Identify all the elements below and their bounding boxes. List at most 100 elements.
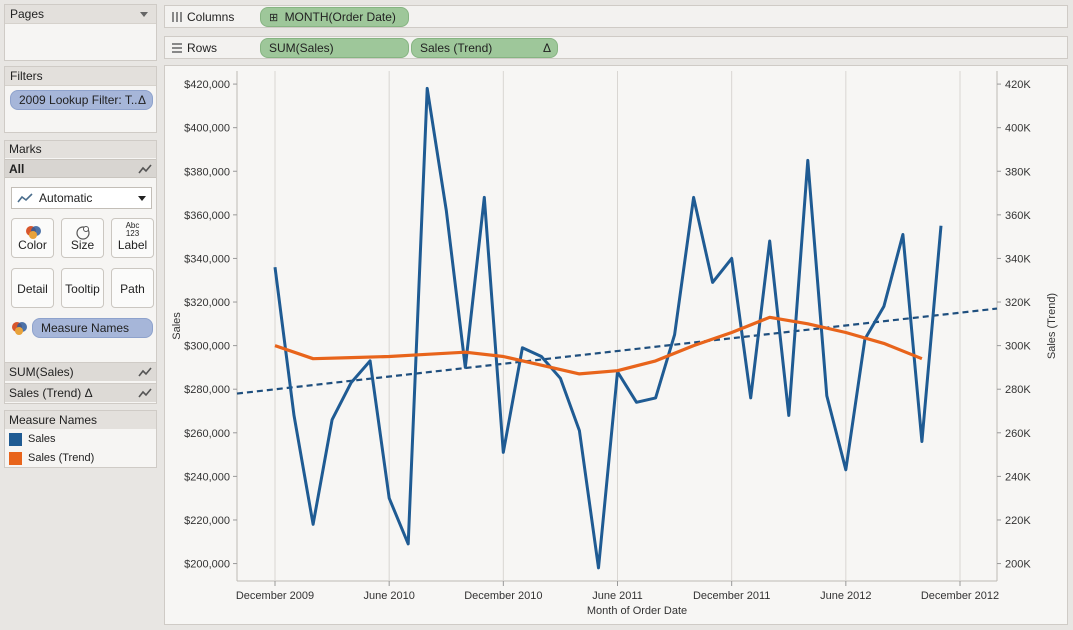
detail-button-label: Detail — [17, 282, 48, 296]
columns-icon — [172, 12, 182, 22]
rows-sum-sales-pill[interactable]: SUM(Sales) — [260, 38, 409, 58]
marks-card: Marks All Automatic Color Size Abc 123 L… — [4, 140, 157, 404]
sales-line-chart[interactable]: $420,000 $400,000 $380,000 $360,000 $340,000… — [165, 66, 1067, 624]
color-pill-label: Measure Names — [41, 321, 130, 335]
line-mark-icon — [17, 193, 33, 203]
y-left-tick-label: $220,000 — [184, 515, 230, 527]
line-mark-icon — [138, 164, 152, 174]
marks-title-label: Marks — [9, 142, 42, 156]
x-tick-label: December 2012 — [921, 590, 999, 602]
y-left-tick-label: $360,000 — [184, 210, 230, 222]
y-right-tick-label: 240K — [1005, 471, 1031, 483]
tooltip-button-label: Tooltip — [65, 282, 100, 296]
y-axis-title-left: Sales — [171, 312, 183, 340]
legend-item[interactable]: Sales — [9, 432, 149, 448]
rows-pill-1-label: SUM(Sales) — [269, 41, 334, 55]
y-axis-title-right: Sales (Trend) — [1046, 293, 1058, 359]
sum-sales-label: SUM(Sales) — [9, 365, 74, 379]
tooltip-button[interactable]: Tooltip — [61, 268, 104, 308]
rows-icon — [172, 43, 182, 53]
legend-card: Measure Names Sales Sales (Trend) — [4, 410, 157, 468]
x-tick-label: June 2011 — [592, 590, 643, 602]
y-right-tick-label: 260K — [1005, 428, 1031, 440]
y-left-tick-label: $300,000 — [184, 341, 230, 353]
label-button-label: Label — [117, 238, 148, 252]
y-right-tick-label: 420K — [1005, 79, 1031, 91]
y-left-tick-label: $200,000 — [184, 559, 230, 571]
size-button[interactable]: Size — [61, 218, 104, 258]
rows-shelf[interactable]: Rows SUM(Sales) Sales (Trend) Δ — [164, 36, 1068, 59]
y-right-tick-label: 380K — [1005, 166, 1031, 178]
legend-title: Measure Names — [5, 411, 156, 429]
size-button-label: Size — [70, 238, 95, 252]
columns-pill-label: MONTH(Order Date) — [284, 10, 396, 24]
mark-type-label: Automatic — [39, 191, 93, 205]
y-right-tick-label: 320K — [1005, 297, 1031, 309]
pages-title: Pages — [5, 5, 156, 24]
line-mark-icon — [138, 388, 152, 398]
filter-pill-label: 2009 Lookup Filter: T.. — [19, 93, 138, 107]
legend-swatch-sales — [9, 433, 22, 446]
columns-shelf[interactable]: Columns ⊞ MONTH(Order Date) — [164, 5, 1068, 28]
y-left-tick-label: $320,000 — [184, 297, 230, 309]
x-axis-title: Month of Order Date — [587, 605, 687, 617]
delta-icon: Δ — [84, 386, 93, 400]
marks-title: Marks — [5, 141, 156, 158]
color-icon — [12, 322, 27, 335]
marks-sum-sales-row[interactable]: SUM(Sales) — [5, 362, 156, 381]
color-measure-names-pill[interactable]: Measure Names — [32, 318, 153, 338]
delta-icon: Δ — [137, 93, 146, 107]
legend-label-sales-trend: Sales (Trend) — [28, 452, 95, 464]
y-right-tick-label: 360K — [1005, 210, 1031, 222]
y-left-tick-label: $260,000 — [184, 428, 230, 440]
label-icon: Abc 123 — [112, 222, 153, 238]
columns-label: Columns — [187, 10, 235, 24]
y-left-tick-label: $420,000 — [184, 79, 230, 91]
y-right-tick-label: 200K — [1005, 559, 1031, 571]
columns-month-pill[interactable]: ⊞ MONTH(Order Date) — [260, 7, 409, 27]
color-button[interactable]: Color — [11, 218, 54, 258]
path-button[interactable]: Path — [111, 268, 154, 308]
label-button[interactable]: Abc 123 Label — [111, 218, 154, 258]
sales-trend-label: Sales (Trend) — [9, 386, 82, 400]
y-left-tick-label: $380,000 — [184, 166, 230, 178]
legend-title-label: Measure Names — [9, 413, 98, 427]
filter-pill[interactable]: 2009 Lookup Filter: T.. Δ — [10, 90, 153, 110]
detail-button[interactable]: Detail — [11, 268, 54, 308]
y-right-tick-label: 280K — [1005, 384, 1031, 396]
y-left-tick-label: $340,000 — [184, 253, 230, 265]
filters-card: Filters 2009 Lookup Filter: T.. Δ — [4, 66, 157, 133]
y-right-tick-label: 300K — [1005, 341, 1031, 353]
rows-label: Rows — [187, 41, 218, 55]
label-icon-bottom: 123 — [125, 229, 140, 238]
line-mark-icon — [138, 367, 152, 377]
y-right-tick-label: 220K — [1005, 515, 1031, 527]
marks-sales-trend-row[interactable]: Sales (Trend) Δ — [5, 383, 156, 402]
color-button-label: Color — [18, 238, 47, 252]
chart-area[interactable]: $420,000 $400,000 $380,000 $360,000 $340,000… — [164, 65, 1068, 625]
chevron-down-icon — [138, 196, 146, 201]
legend-item[interactable]: Sales (Trend) — [9, 451, 149, 467]
pages-card: Pages — [4, 4, 157, 61]
pages-title-label: Pages — [10, 7, 45, 21]
y-left-tick-label: $240,000 — [184, 471, 230, 483]
mark-type-select[interactable]: Automatic — [11, 187, 152, 209]
x-tick-label: June 2010 — [363, 590, 414, 602]
expand-icon[interactable]: ⊞ — [269, 12, 278, 24]
y-right-tick-label: 400K — [1005, 123, 1031, 135]
chevron-down-icon[interactable] — [140, 12, 148, 17]
filters-title-label: Filters — [10, 69, 43, 83]
y-left-tick-label: $280,000 — [184, 384, 230, 396]
x-tick-label: December 2011 — [693, 590, 770, 602]
delta-icon: Δ — [542, 41, 551, 55]
y-right-tick-label: 340K — [1005, 253, 1031, 265]
marks-all-label: All — [9, 162, 25, 176]
path-button-label: Path — [120, 282, 145, 296]
legend-swatch-sales-trend — [9, 452, 22, 465]
x-tick-label: June 2012 — [820, 590, 871, 602]
y-left-tick-label: $400,000 — [184, 123, 230, 135]
filters-title: Filters — [5, 67, 156, 86]
x-tick-label: December 2009 — [236, 590, 314, 602]
rows-sales-trend-pill[interactable]: Sales (Trend) Δ — [411, 38, 558, 58]
marks-all-row[interactable]: All — [5, 159, 156, 178]
